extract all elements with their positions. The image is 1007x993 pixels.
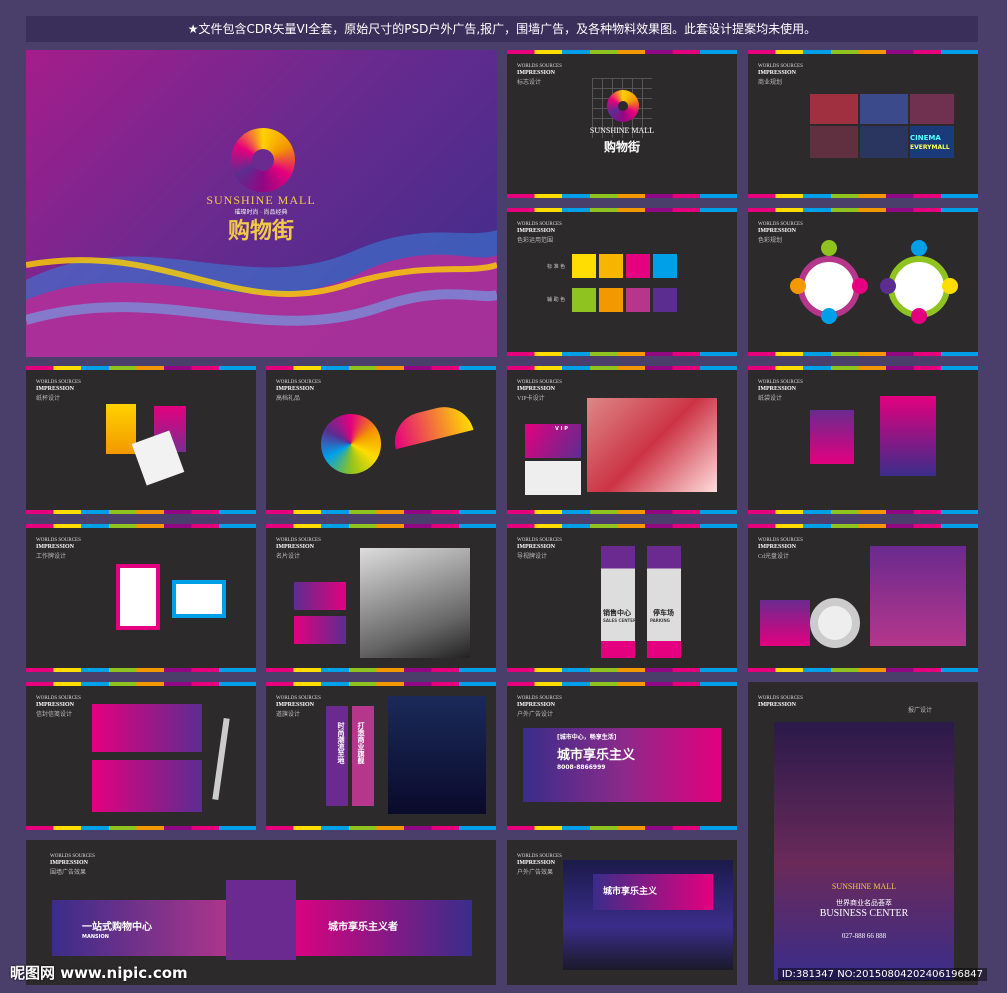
cover-page: SUNSHINE MALL 璀璨时尚 · 尚品经典 购物街 [26,50,497,357]
card-outdoor2: WORLDS SOURCES IMPRESSION 户外广告效果 城市享乐主义 [507,840,737,985]
swatch-aux-1 [572,288,596,312]
watermark-logo: 昵图网 www.nipic.com [10,964,188,982]
swatch-std-1 [572,254,596,278]
brand-name-cn: 购物街 [227,218,294,243]
swatch-aux-4 [653,288,677,312]
watermark-id: ID:381347 NO:20150804202406196847 [777,968,987,981]
swatch-aux-2 [599,288,623,312]
card-color-usage: WORLDS SOURCES IMPRESSION 色彩运用范围 标 准 色 辅 助… [507,208,737,356]
card-badge: WORLDS SOURCES IMPRESSION 工作牌设计 [26,524,256,672]
umbrella-icon [321,414,381,474]
card-color-plan: WORLDS SOURCES IMPRESSION 色彩规划 [748,208,978,356]
umbrella-icon [388,400,474,450]
card-vip: WORLDS SOURCES IMPRESSION VIP卡设计 V I P [507,366,737,514]
card-envelope: WORLDS SOURCES IMPRESSION 信封信笺设计 [26,682,256,830]
card-outdoor1: WORLDS SOURCES IMPRESSION 户外广告设计 [城市中心，畅享生… [507,682,737,830]
card-bag: WORLDS SOURCES IMPRESSION 纸袋设计 [748,366,978,514]
card-business-plan: WORLDS SOURCES IMPRESSION 商业规划 CINEMA EVER… [748,50,978,198]
brand-name-en: SUNSHINE MALL [206,193,316,207]
swatch-aux-3 [626,288,650,312]
swatch-std-3 [626,254,650,278]
pen-icon [212,717,230,801]
card-logo-design: WORLDS SOURCES IMPRESSION 标志设计 SUNSHINE MA… [507,50,737,198]
card-namecard: WORLDS SOURCES IMPRESSION 名片设计 [266,524,496,672]
header-banner: ★文件包含CDR矢量VI全套，原始尺寸的PSD户外广告,报广，围墙广告，及各种物… [26,16,978,42]
card-guide: WORLDS SOURCES IMPRESSION 导视牌设计 销售中心 SALES… [507,524,737,672]
card-gift: WORLDS SOURCES IMPRESSION 高档礼品 [266,366,496,514]
card-cup: WORLDS SOURCES IMPRESSION 纸杯设计 [26,366,256,514]
swatch-std-4 [653,254,677,278]
card-print-ad: WORLDS SOURCES IMPRESSION 报广设计 SUNSHINE M… [748,682,978,985]
swatch-std-2 [599,254,623,278]
card-flag: WORLDS SOURCES IMPRESSION 道旗设计 时尚潮流至地 打造商业… [266,682,496,830]
card-cd: WORLDS SOURCES IMPRESSION Cd光盘设计 [748,524,978,672]
